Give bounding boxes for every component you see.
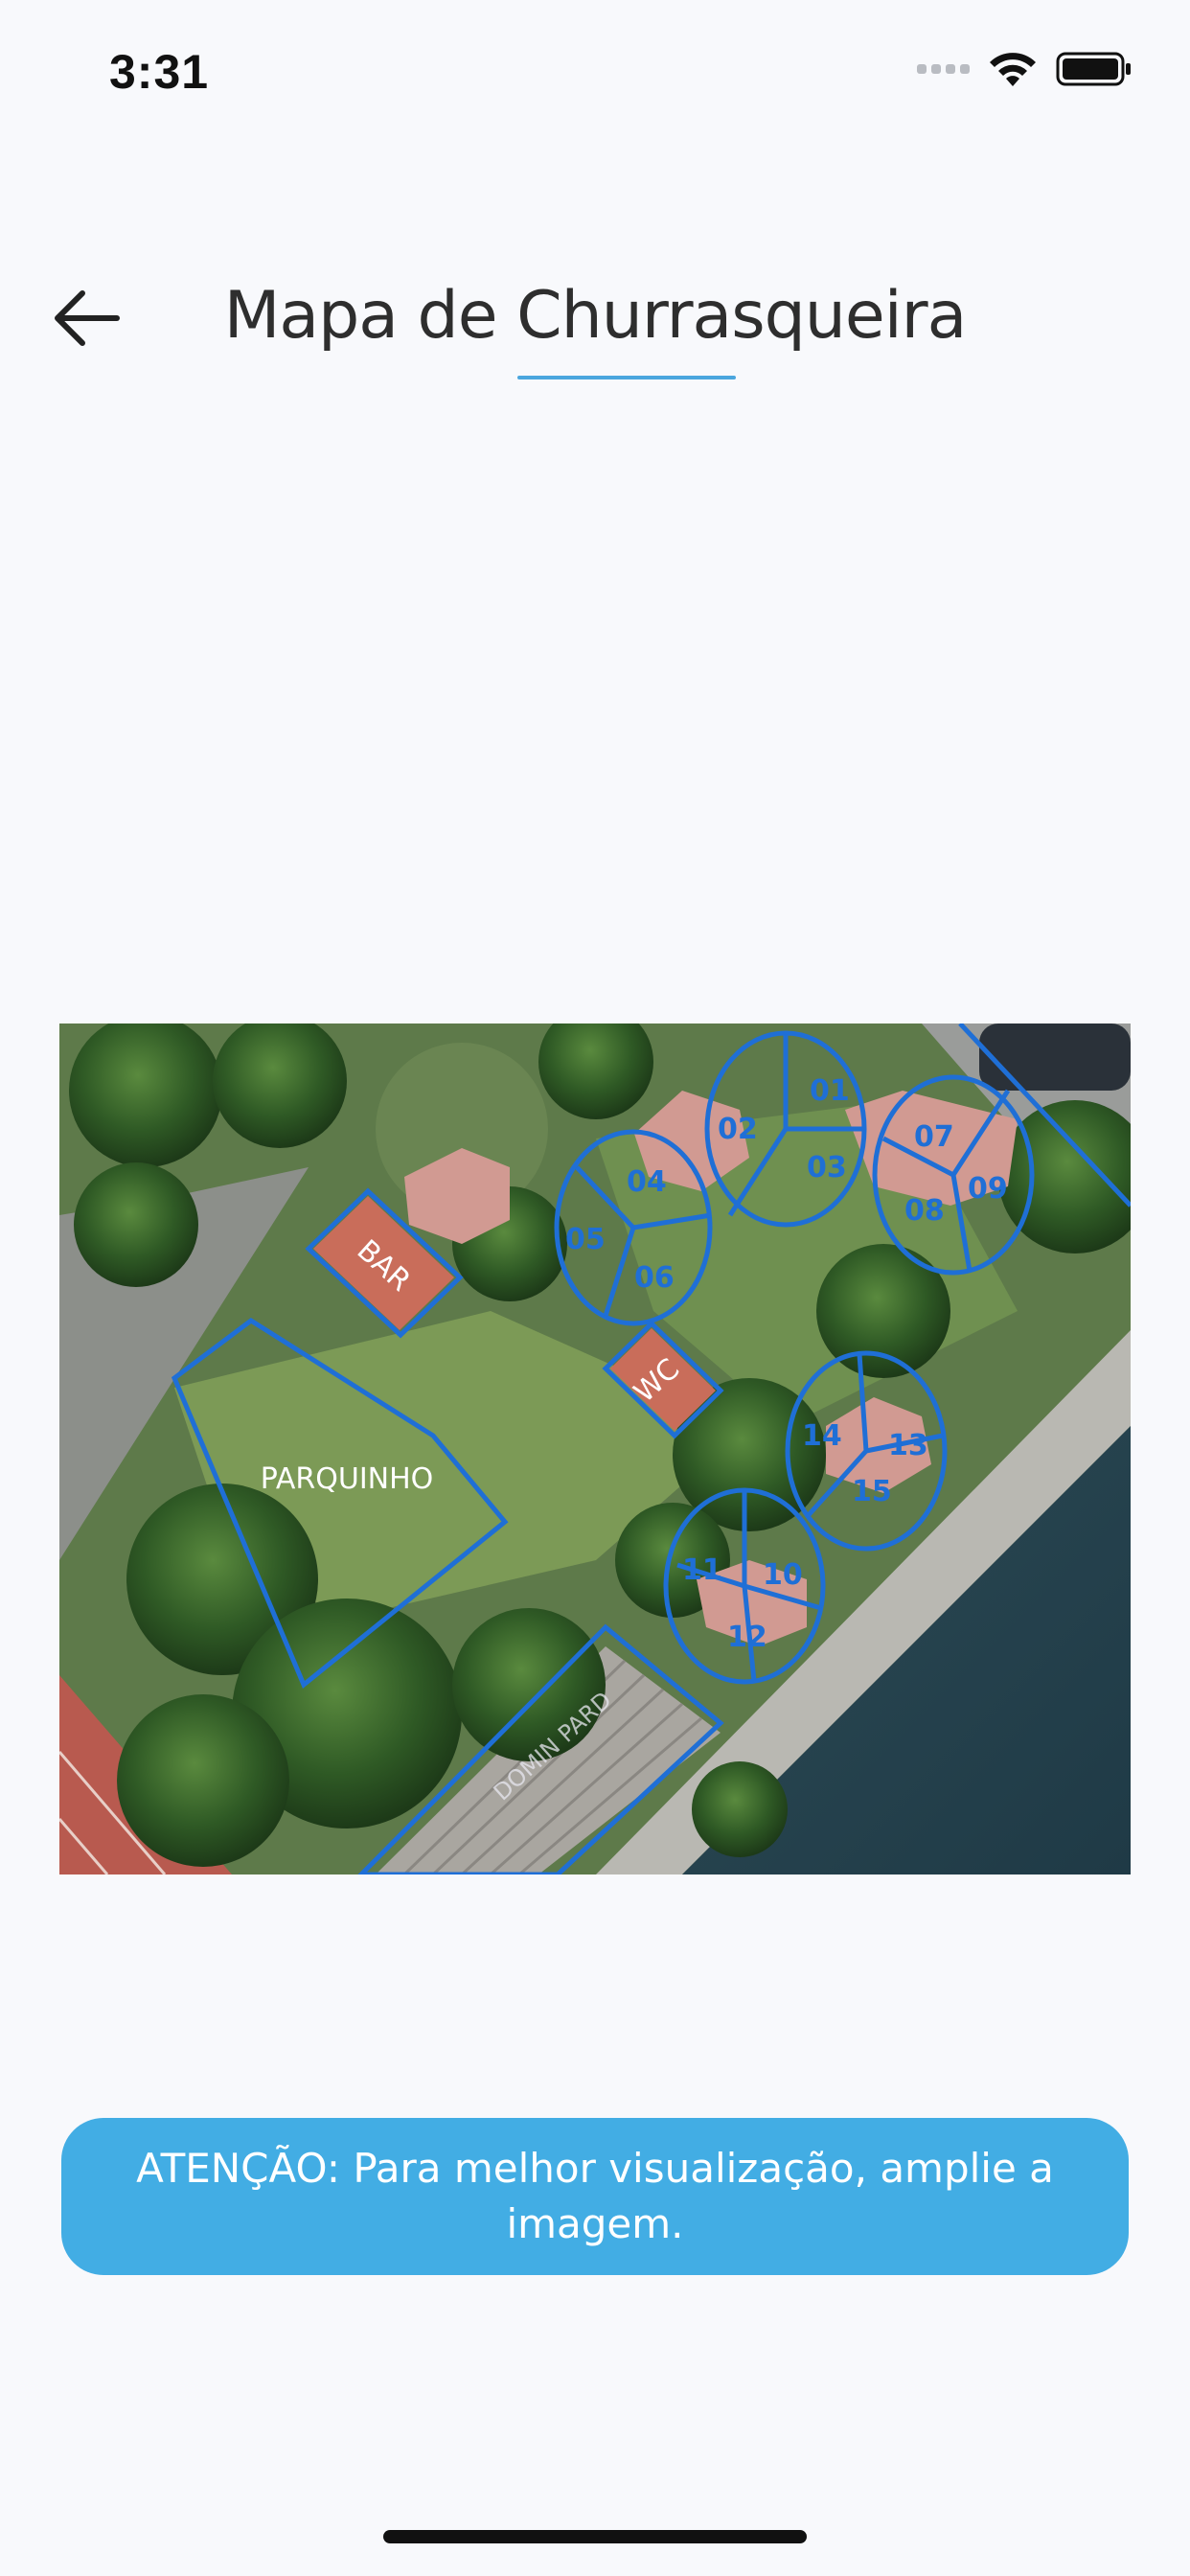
spot-04: 04: [627, 1165, 667, 1199]
spot-12: 12: [727, 1621, 767, 1654]
spot-11: 11: [682, 1553, 722, 1587]
wifi-icon: [987, 50, 1039, 88]
spot-09: 09: [968, 1172, 1008, 1206]
spot-07: 07: [914, 1120, 954, 1154]
spot-10: 10: [763, 1558, 803, 1592]
spot-08: 08: [904, 1194, 945, 1228]
spot-05: 05: [565, 1223, 606, 1256]
signal-icon: [917, 64, 970, 74]
page-title: Mapa de Churrasqueira: [223, 278, 968, 354]
zoom-notice: ATENÇÃO: Para melhor visualização, ampli…: [61, 2118, 1129, 2275]
spot-14: 14: [802, 1419, 842, 1453]
map-illustration: 01 02 03 04 05 06 07 08 09 10 11 12 13 1…: [59, 1024, 1131, 1874]
spot-02: 02: [718, 1113, 758, 1146]
spot-03: 03: [807, 1151, 847, 1184]
title-underline: [517, 376, 736, 380]
status-time: 3:31: [109, 45, 210, 99]
header: Mapa de Churrasqueira: [0, 249, 1190, 402]
notice-text: ATENÇÃO: Para melhor visualização, ampli…: [136, 2145, 1054, 2247]
status-icons: [917, 50, 1133, 88]
home-indicator[interactable]: [383, 2530, 807, 2543]
spot-01: 01: [810, 1074, 850, 1108]
battery-icon: [1056, 50, 1133, 88]
map-image[interactable]: 01 02 03 04 05 06 07 08 09 10 11 12 13 1…: [59, 1024, 1131, 1874]
spot-06: 06: [634, 1261, 675, 1295]
spot-15: 15: [852, 1475, 892, 1508]
status-bar: 3:31: [0, 0, 1190, 144]
parquinho-label: PARQUINHO: [261, 1462, 434, 1496]
spot-13: 13: [888, 1429, 928, 1462]
